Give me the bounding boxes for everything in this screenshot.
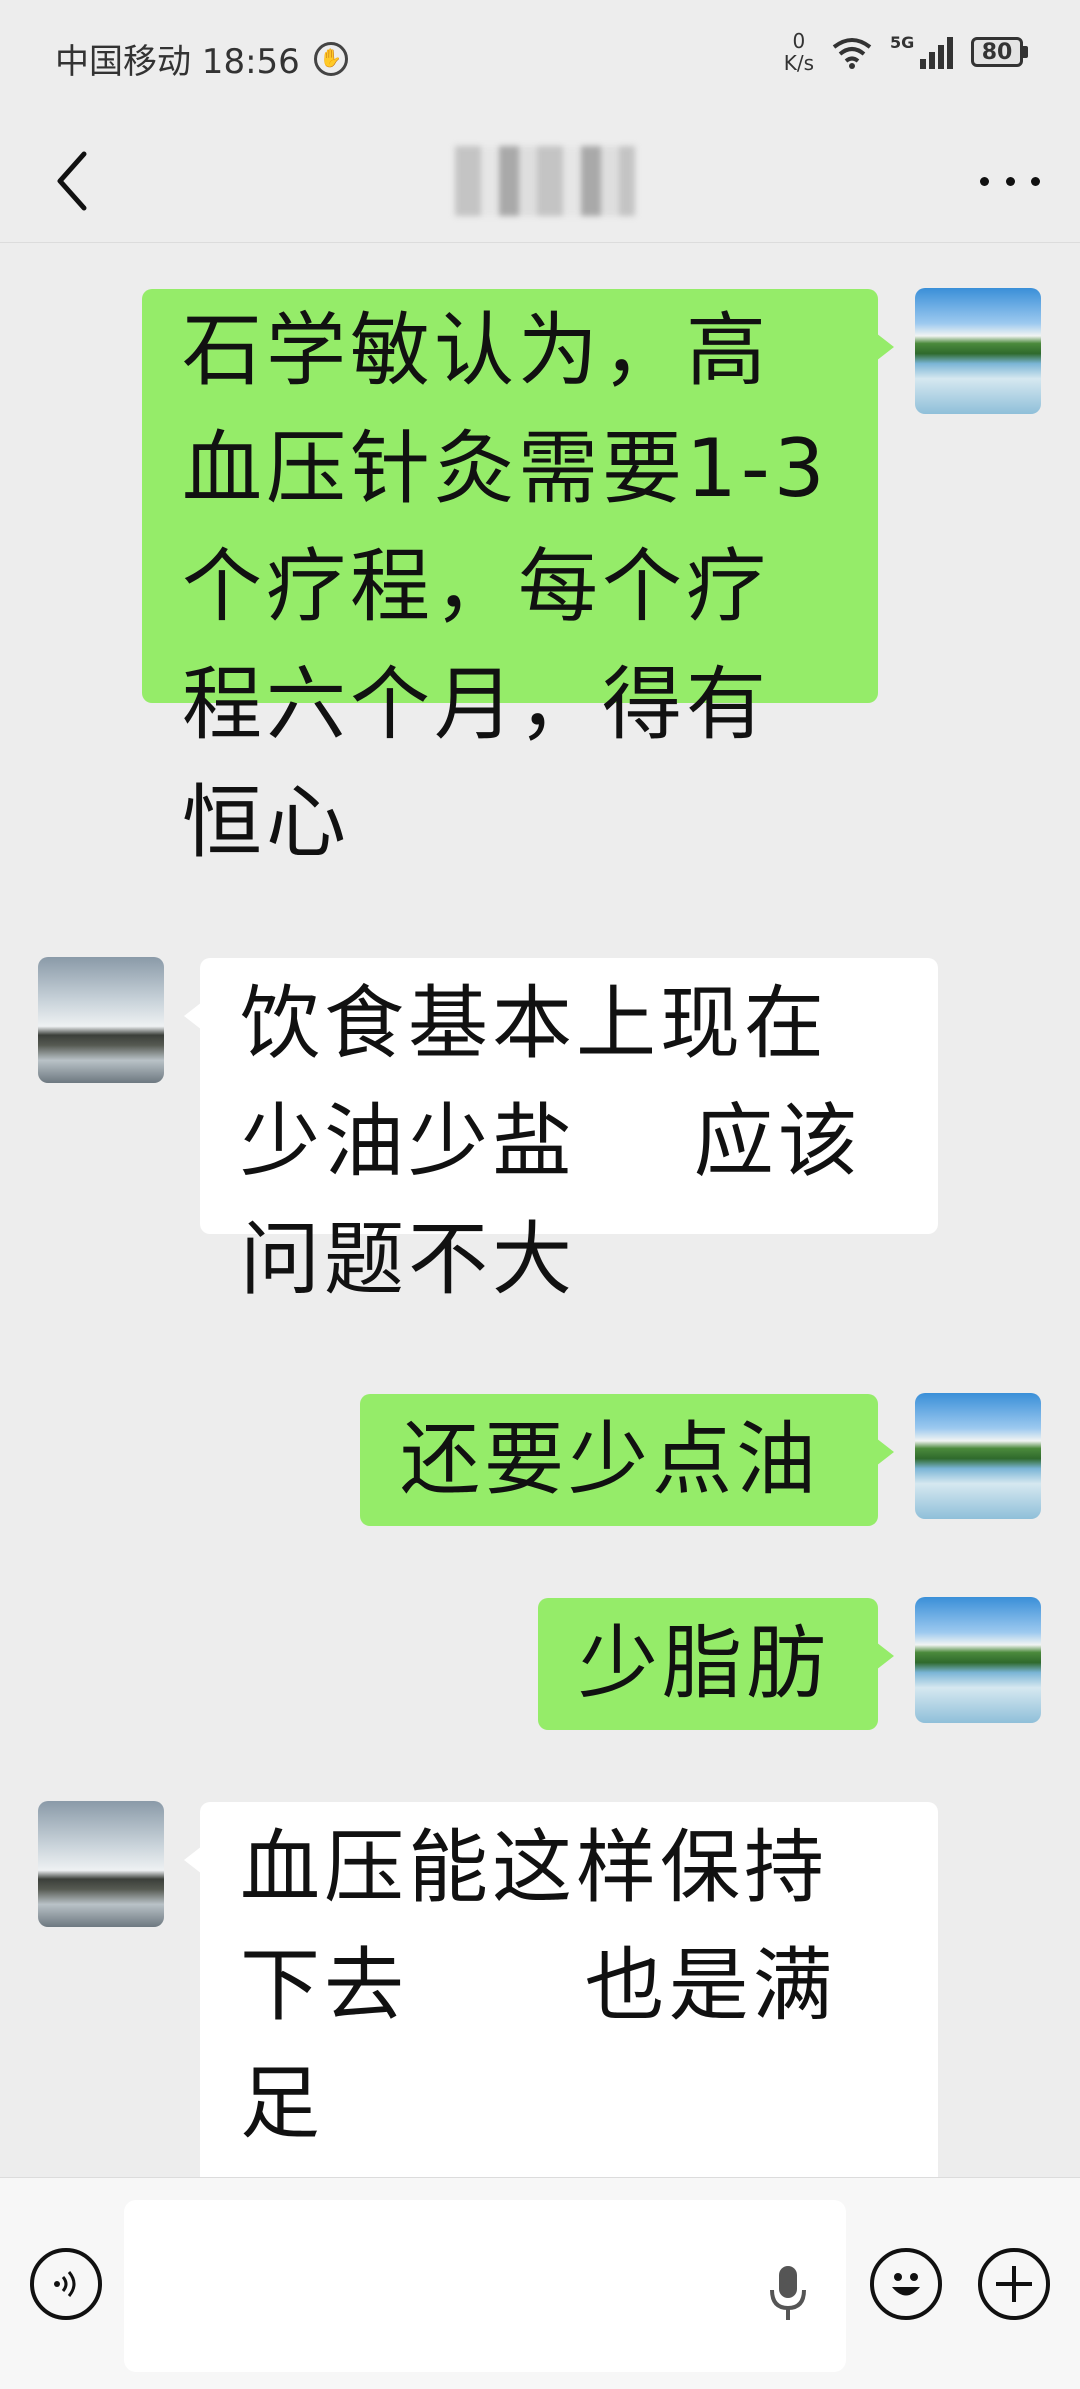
emoji-icon[interactable]: [870, 2248, 942, 2320]
signal-icon: 5G: [890, 33, 953, 69]
message-bubble-sent[interactable]: 少脂肪: [538, 1598, 894, 1730]
battery-level: 80: [971, 37, 1023, 67]
mic-icon[interactable]: [766, 2264, 810, 2322]
message-bubble-received[interactable]: 血压能这样保持 下去 也是满足 了: [184, 1802, 938, 2177]
status-bar: 中国移动 18:56 ✋ 0 K/s 5G 80: [0, 0, 1080, 120]
message-bubble-received[interactable]: 饮食基本上现在 少油少盐 应该 问题不大: [184, 958, 938, 1306]
net-speed-unit: K/s: [783, 51, 814, 75]
avatar-self[interactable]: [915, 1393, 1041, 1519]
shield-icon: ✋: [313, 41, 348, 76]
net-speed-value: 0: [792, 29, 806, 53]
chevron-left-icon[interactable]: [52, 150, 92, 212]
avatar-self[interactable]: [915, 288, 1041, 414]
input-bar: [0, 2177, 1080, 2389]
network-type: 5G: [890, 33, 915, 52]
plus-icon[interactable]: [978, 2248, 1050, 2320]
avatar-contact[interactable]: [38, 957, 164, 1083]
voice-icon[interactable]: [30, 2248, 102, 2320]
status-left: 中国移动 18:56 ✋: [55, 34, 348, 83]
more-dots-icon[interactable]: [980, 166, 1040, 196]
message-bubble-sent[interactable]: 还要少点油: [360, 1394, 894, 1526]
wifi-icon: [832, 38, 872, 69]
battery-icon: 80: [971, 37, 1028, 67]
message-list[interactable]: 石学敏认为，高 血压针灸需要1-3 个疗程，每个疗 程六个月，得有 恒心 饮食基…: [0, 243, 1080, 2177]
carrier-time: 中国移动 18:56: [55, 42, 300, 82]
message-input[interactable]: [124, 2200, 846, 2372]
status-right: 0 K/s 5G 80: [784, 30, 1028, 74]
message-bubble-sent[interactable]: 石学敏认为，高 血压针灸需要1-3 个疗程，每个疗 程六个月，得有 恒心: [142, 289, 894, 869]
chat-header: [0, 120, 1080, 243]
avatar-contact[interactable]: [38, 1801, 164, 1927]
chat-title: [455, 146, 635, 216]
avatar-self[interactable]: [915, 1597, 1041, 1723]
net-speed: 0 K/s: [784, 30, 814, 74]
